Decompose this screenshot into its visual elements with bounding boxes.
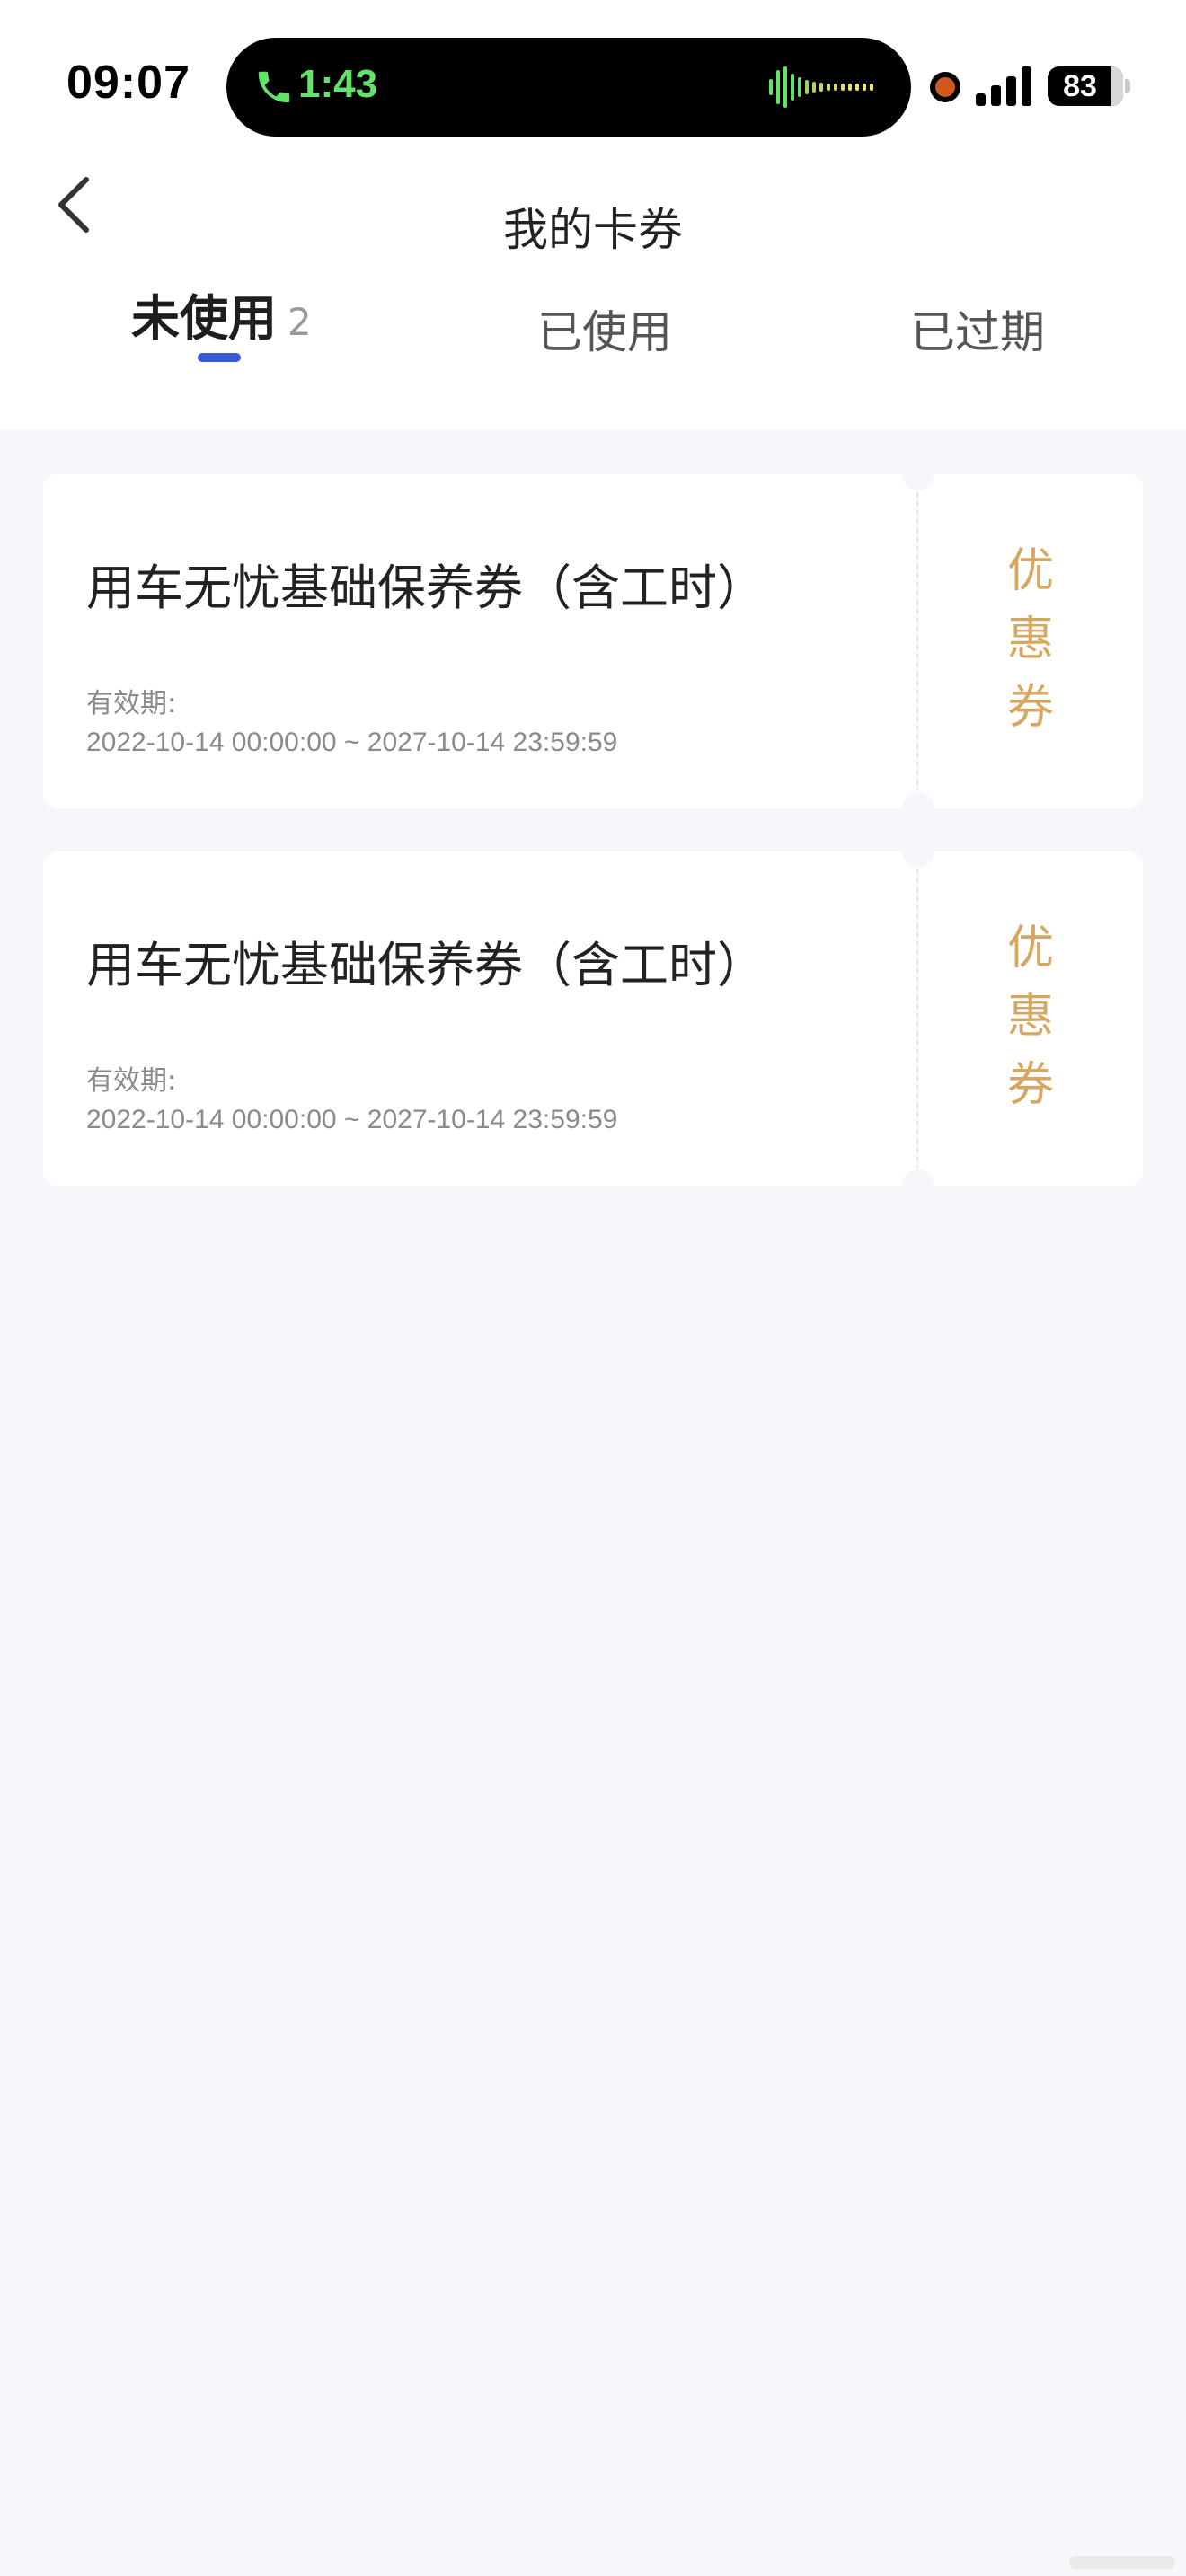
tab-expired-label: 已过期 <box>910 306 1045 358</box>
tab-expired[interactable]: 已过期 <box>910 296 1045 386</box>
coupon-validity: 2022-10-14 00:00:00 ~ 2027-10-14 23:59:5… <box>86 1105 618 1134</box>
phone-icon <box>258 71 290 103</box>
coupon-validity-label: 有效期: <box>86 1065 177 1097</box>
active-tab-indicator <box>198 353 241 362</box>
battery-icon: 83 <box>1048 66 1123 106</box>
coupon-validity-label: 有效期: <box>86 688 177 719</box>
coupon-notch <box>902 835 934 868</box>
tab-unused-label: 未使用 <box>131 290 277 347</box>
coupon-stub: 优惠券 <box>918 474 1143 808</box>
coupon-title: 用车无忧基础保养券（含工时） <box>86 937 766 993</box>
tab-used-label: 已使用 <box>537 306 672 358</box>
coupon-notch <box>902 458 934 490</box>
cellular-signal-icon <box>976 66 1031 106</box>
coupon-notch <box>902 1169 934 1202</box>
coupon-card[interactable]: 用车无忧基础保养券（含工时） 有效期: 2022-10-14 00:00:00 … <box>43 458 1143 825</box>
coupon-title: 用车无忧基础保养券（含工时） <box>86 560 766 616</box>
home-indicator <box>1069 2556 1175 2569</box>
coupon-validity: 2022-10-14 00:00:00 ~ 2027-10-14 23:59:5… <box>86 728 618 757</box>
page-title: 我的卡券 <box>503 204 683 256</box>
tab-unused-count: 2 <box>288 300 312 344</box>
coupon-notch <box>902 792 934 825</box>
dynamic-island-call[interactable]: 1:43 <box>226 38 911 137</box>
recording-dot-icon <box>930 72 960 102</box>
coupon-main: 用车无忧基础保养券（含工时） 有效期: 2022-10-14 00:00:00 … <box>43 851 916 1186</box>
battery-level: 83 <box>1063 69 1097 103</box>
call-timer: 1:43 <box>298 62 378 106</box>
battery-cap <box>1125 79 1130 93</box>
header-area: 09:07 1:43 83 我的卡券 未使用 2 已使用 已过期 <box>0 0 1186 429</box>
coupon-type: 优惠券 <box>1006 544 1054 735</box>
status-time: 09:07 <box>66 57 190 109</box>
coupon-type: 优惠券 <box>1006 922 1054 1112</box>
audio-waveform-icon <box>769 66 873 108</box>
coupon-main: 用车无忧基础保养券（含工时） 有效期: 2022-10-14 00:00:00 … <box>43 474 916 808</box>
coupon-stub: 优惠券 <box>918 851 1143 1186</box>
tab-used[interactable]: 已使用 <box>537 296 672 386</box>
page: 09:07 1:43 83 我的卡券 未使用 2 已使用 已过期 用车无忧基础保… <box>0 0 1186 2576</box>
coupon-card[interactable]: 用车无忧基础保养券（含工时） 有效期: 2022-10-14 00:00:00 … <box>43 835 1143 1202</box>
